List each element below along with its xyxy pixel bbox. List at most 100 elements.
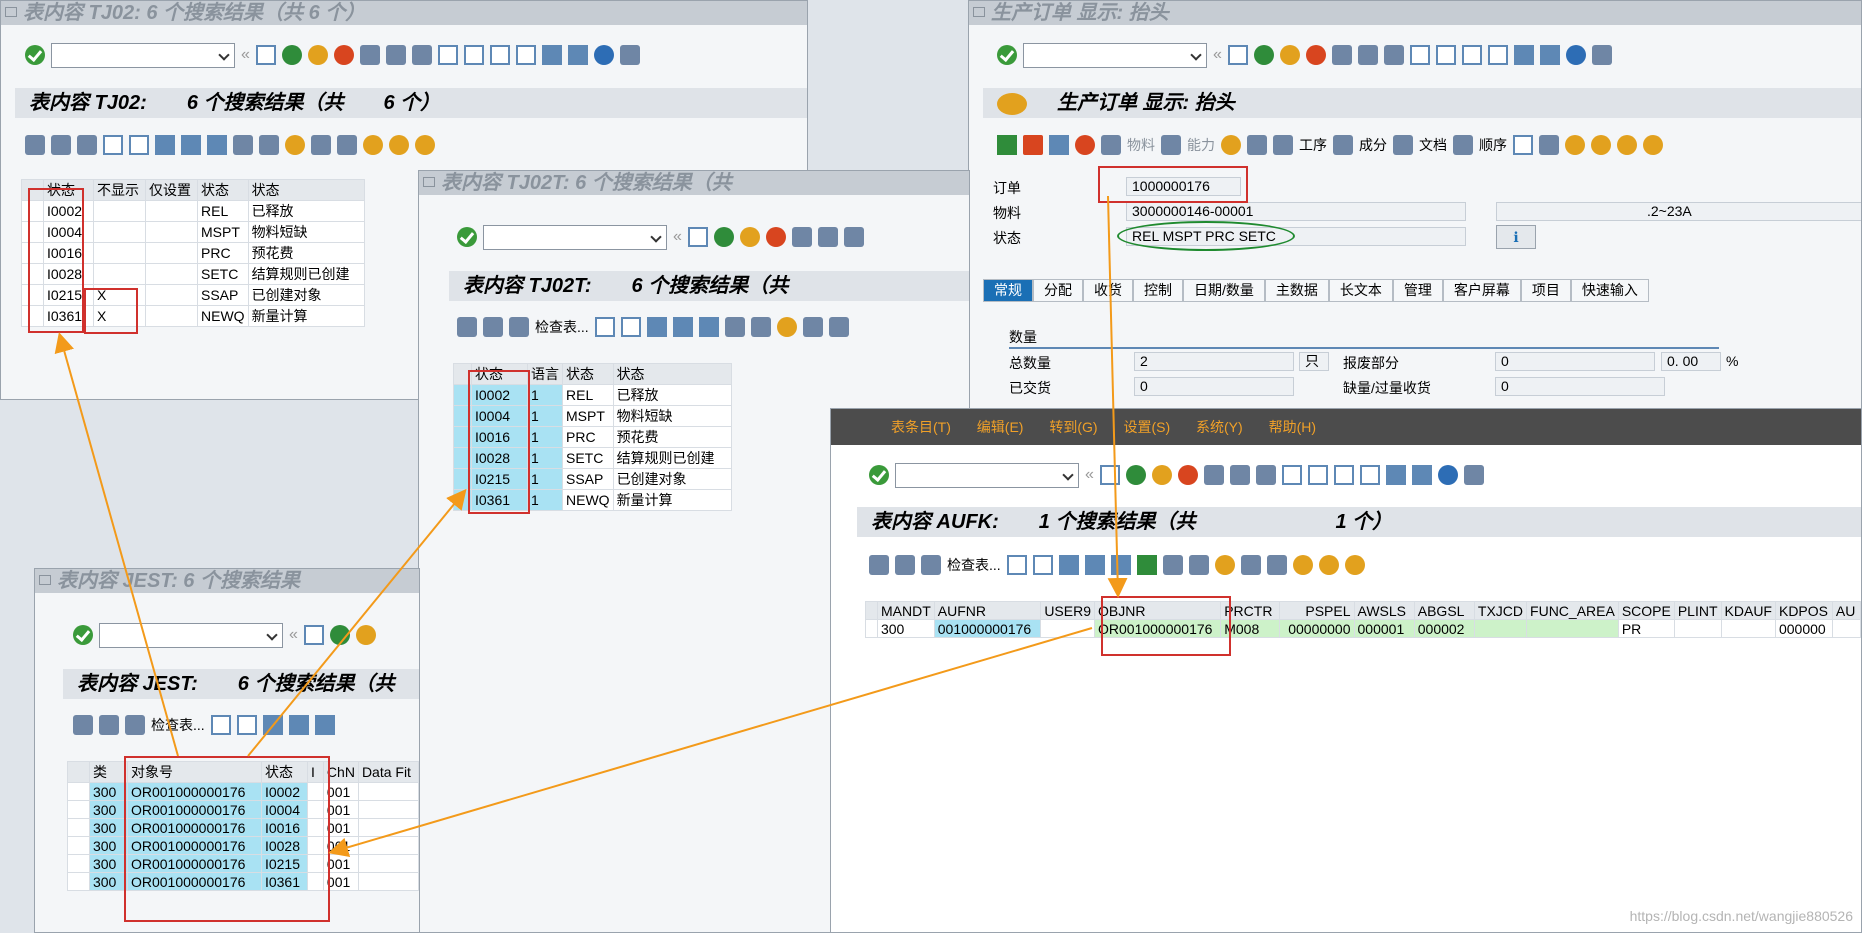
columns-icon[interactable]	[389, 135, 409, 155]
cell[interactable]: OR001000000176	[126, 836, 262, 855]
cell[interactable]	[93, 200, 146, 222]
cell[interactable]: 300	[876, 619, 935, 638]
cell[interactable]: 结算规则已创建	[612, 447, 732, 469]
table-row[interactable]: I0002 1 REL 已释放	[453, 384, 732, 406]
enter-icon[interactable]	[997, 45, 1017, 65]
help-icon[interactable]	[1565, 45, 1586, 65]
next-page-icon[interactable]	[1461, 45, 1482, 65]
column-header[interactable]: 状态	[612, 363, 732, 385]
column-header[interactable]: 不显示	[93, 179, 146, 201]
check-table-button[interactable]: 检查表...	[947, 555, 1001, 575]
layout-icon[interactable]	[619, 45, 640, 65]
deselect-icon[interactable]	[129, 135, 149, 155]
table-row[interactable]: I0028 SETC 结算规则已创建	[21, 263, 365, 285]
cell[interactable]: MSPT	[562, 405, 614, 427]
row-select-header[interactable]	[67, 761, 90, 783]
sort-icon[interactable]	[1591, 135, 1611, 155]
sequence-icon[interactable]	[1453, 135, 1473, 155]
column-header[interactable]: AWSLS	[1353, 601, 1415, 620]
next-page-icon[interactable]	[1333, 465, 1354, 485]
column-header[interactable]: 状态	[197, 179, 249, 201]
tab-dates-quantities[interactable]: 日期/数量	[1183, 279, 1265, 302]
cell[interactable]	[306, 872, 324, 891]
cell[interactable]: PR	[1617, 619, 1675, 638]
column-header[interactable]: AU	[1831, 601, 1861, 620]
sort-asc-icon[interactable]	[1058, 555, 1079, 575]
cell[interactable]: 预花费	[247, 242, 365, 264]
cell[interactable]: I0028	[43, 263, 94, 285]
check-table-button[interactable]: 检查表...	[535, 317, 589, 337]
info-icon[interactable]	[1344, 555, 1365, 575]
document-icon[interactable]	[1393, 135, 1413, 155]
cell[interactable]: SSAP	[562, 468, 614, 490]
deselect-icon[interactable]	[620, 317, 641, 337]
cell[interactable]: 001	[322, 818, 359, 837]
export-icon[interactable]	[259, 135, 279, 155]
cell[interactable]	[145, 200, 198, 222]
cell[interactable]	[1526, 619, 1619, 638]
row-select-header[interactable]	[21, 179, 44, 201]
cell[interactable]: NEWQ	[197, 305, 249, 327]
column-header[interactable]: OBJNR	[1093, 601, 1222, 620]
cell[interactable]: X	[93, 284, 146, 306]
check-table-icon[interactable]	[125, 715, 145, 735]
info-button[interactable]: ℹ	[1496, 225, 1536, 249]
cell[interactable]: I0004	[471, 405, 528, 427]
cell[interactable]: 已释放	[612, 384, 732, 406]
sort-desc-icon[interactable]	[1084, 555, 1105, 575]
operations-button[interactable]: 工序	[1299, 135, 1327, 155]
find-next-icon[interactable]	[843, 227, 864, 247]
cell[interactable]: 001	[322, 872, 359, 891]
tab-long-text[interactable]: 长文本	[1328, 279, 1393, 302]
save-icon[interactable]	[687, 227, 708, 247]
cell[interactable]: I0361	[260, 872, 308, 891]
cell[interactable]: I0361	[43, 305, 94, 327]
details-icon[interactable]	[25, 135, 45, 155]
shortcut-icon[interactable]	[1411, 465, 1432, 485]
column-header[interactable]: 状态	[260, 761, 308, 783]
table-row[interactable]: I0215 1 SSAP 已创建对象	[453, 468, 732, 490]
enter-icon[interactable]	[25, 45, 45, 65]
table-row[interactable]: I0361 X NEWQ 新量计算	[21, 305, 365, 327]
save-icon[interactable]	[255, 45, 276, 65]
sum-icon[interactable]	[724, 317, 745, 337]
save-icon[interactable]	[1227, 45, 1248, 65]
find-icon[interactable]	[385, 45, 406, 65]
last-page-icon[interactable]	[1487, 45, 1508, 65]
sort-desc-icon[interactable]	[181, 135, 201, 155]
row-select-header[interactable]	[453, 363, 472, 385]
info-icon[interactable]	[415, 135, 435, 155]
menu-edit[interactable]: 编辑(E)	[977, 419, 1024, 435]
cell[interactable]	[306, 782, 324, 801]
scrap-field[interactable]: 0	[1495, 352, 1655, 371]
exit-icon[interactable]	[355, 625, 376, 645]
print-icon[interactable]	[359, 45, 380, 65]
cell[interactable]: 新量计算	[612, 489, 732, 511]
layout-icon[interactable]	[1591, 45, 1612, 65]
column-header[interactable]: I	[306, 761, 324, 783]
cell[interactable]: 001	[322, 854, 359, 873]
sort-asc-icon[interactable]	[262, 715, 283, 735]
column-header[interactable]: 语言	[527, 363, 563, 385]
doc-icon[interactable]	[1023, 135, 1043, 155]
total-qty-field[interactable]: 2	[1134, 352, 1294, 371]
exit-icon[interactable]	[739, 227, 760, 247]
command-field[interactable]	[51, 42, 235, 68]
cell[interactable]: I0004	[260, 800, 308, 819]
column-header[interactable]: 对象号	[126, 761, 262, 783]
refresh-icon[interactable]	[895, 555, 915, 575]
last-page-icon[interactable]	[515, 45, 536, 65]
select-icon[interactable]	[1006, 555, 1027, 575]
column-header[interactable]: 类	[88, 761, 128, 783]
cell[interactable]: X	[93, 305, 146, 327]
cell[interactable]: I0002	[43, 200, 94, 222]
tab-administration[interactable]: 管理	[1392, 279, 1443, 302]
column-header[interactable]: AUFNR	[933, 601, 1042, 620]
tab-goods-receipt[interactable]: 收货	[1083, 279, 1133, 302]
cell[interactable]: OR001000000176	[1093, 619, 1222, 638]
check-table-icon[interactable]	[509, 317, 529, 337]
cell[interactable]	[1831, 619, 1861, 638]
table-row[interactable]: I0016 PRC 预花费	[21, 242, 365, 264]
cell[interactable]: 00000000	[1279, 619, 1355, 638]
cell[interactable]: 新量计算	[247, 305, 365, 327]
